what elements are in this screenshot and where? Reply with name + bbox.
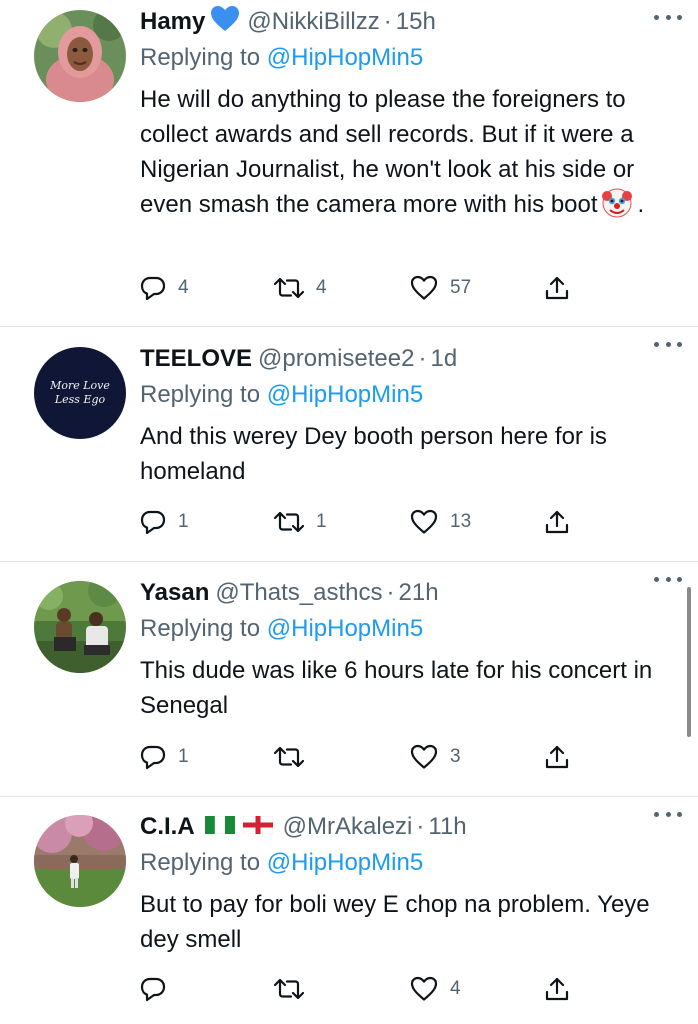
share-icon (544, 976, 570, 1002)
like-count: 57 (450, 277, 472, 298)
tweet-header: C.I.A @MrAkalezi · 11h (140, 809, 678, 845)
share-button[interactable] (544, 969, 570, 1009)
tweet-text-body: He will do anything to please the foreig… (140, 86, 635, 218)
separator: · (416, 813, 425, 840)
mention-link[interactable]: @HipHopMin5 (267, 381, 423, 408)
avatar[interactable] (34, 10, 126, 102)
tweet-text-suffix: . (637, 191, 645, 218)
replying-prefix: Replying to (140, 44, 261, 71)
retweet-icon (274, 276, 304, 300)
reply-button[interactable]: 4 (140, 268, 189, 308)
replies-feed: Hamy @NikkiBillzz · 15h Replying to @Hip… (0, 0, 698, 1024)
like-count: 3 (450, 746, 461, 767)
separator: · (383, 8, 392, 35)
like-count: 4 (450, 978, 461, 999)
handle[interactable]: @NikkiBillzz (247, 8, 379, 36)
tweet-text: This dude was like 6 hours late for his … (140, 657, 653, 719)
timestamp[interactable]: 21h (399, 579, 439, 607)
separator: · (386, 579, 395, 606)
mention-link[interactable]: @HipHopMin5 (267, 44, 423, 71)
tweet-text: He will do anything to please the foreig… (140, 82, 678, 228)
tweet-actions: 4 4 57 (140, 268, 580, 308)
separator: · (418, 345, 427, 372)
retweet-button[interactable]: 1 (274, 502, 327, 542)
retweet-count: 1 (316, 511, 327, 532)
heart-icon (410, 509, 438, 535)
tweet-text: But to pay for boli wey E chop na proble… (140, 891, 650, 953)
reply-count: 4 (178, 277, 189, 298)
retweet-button[interactable] (274, 969, 316, 1009)
avatar[interactable]: More Love Less Ego (34, 347, 126, 439)
clown-emoji-icon (601, 188, 632, 228)
timestamp[interactable]: 15h (396, 8, 436, 36)
tweet-actions: 4 (140, 969, 580, 1009)
share-button[interactable] (544, 502, 570, 542)
tweet-header: Hamy @NikkiBillzz · 15h (140, 4, 678, 40)
tweet-hamy[interactable]: Hamy @NikkiBillzz · 15h Replying to @Hip… (0, 0, 698, 327)
display-name[interactable]: Hamy (140, 8, 205, 36)
like-button[interactable]: 4 (410, 969, 461, 1009)
reply-icon (140, 509, 166, 535)
mention-link[interactable]: @HipHopMin5 (267, 849, 423, 876)
scrollbar[interactable] (687, 587, 691, 737)
tweet-text: And this werey Dey booth person here for… (140, 423, 607, 485)
timestamp[interactable]: 11h (428, 813, 466, 841)
replying-to: Replying to @HipHopMin5 (140, 377, 678, 413)
reply-button[interactable]: 1 (140, 502, 189, 542)
reply-icon (140, 275, 166, 301)
handle[interactable]: @promisetee2 (258, 345, 414, 373)
share-button[interactable] (544, 737, 570, 777)
heart-icon (410, 744, 438, 770)
mention-link[interactable]: @HipHopMin5 (267, 615, 423, 642)
retweet-count: 4 (316, 277, 327, 298)
reply-button[interactable]: 1 (140, 737, 189, 777)
reply-icon (140, 744, 166, 770)
replying-prefix: Replying to (140, 849, 261, 876)
heart-icon (410, 275, 438, 301)
share-icon (544, 509, 570, 535)
reply-icon (140, 976, 166, 1002)
retweet-icon (274, 510, 304, 534)
retweet-icon (274, 745, 304, 769)
reply-button[interactable] (140, 969, 178, 1009)
handle[interactable]: @MrAkalezi (283, 813, 413, 841)
display-name[interactable]: TEELOVE (140, 345, 252, 373)
avatar-text-2: Less Ego (54, 393, 106, 406)
like-button[interactable]: 13 (410, 502, 471, 542)
avatar-text-1: More Love (49, 379, 110, 392)
blue-heart-icon (211, 5, 240, 39)
reply-count: 1 (178, 511, 189, 532)
like-button[interactable]: 3 (410, 737, 461, 777)
heart-icon (410, 976, 438, 1002)
tweet-actions: 1 1 13 (140, 502, 580, 542)
reply-count: 1 (178, 746, 189, 767)
display-name[interactable]: C.I.A (140, 813, 195, 841)
replying-to: Replying to @HipHopMin5 (140, 845, 678, 881)
replying-to: Replying to @HipHopMin5 (140, 611, 678, 647)
tweet-header: TEELOVE @promisetee2 · 1d (140, 341, 678, 377)
avatar[interactable] (34, 815, 126, 907)
replying-prefix: Replying to (140, 615, 261, 642)
handle[interactable]: @Thats_asthcs (215, 579, 382, 607)
avatar[interactable] (34, 581, 126, 673)
display-name[interactable]: Yasan (140, 579, 209, 607)
tweet-teelove[interactable]: More Love Less Ego TEELOVE @promisetee2 … (0, 327, 698, 562)
tweet-actions: 1 3 (140, 737, 580, 777)
retweet-icon (274, 977, 304, 1001)
timestamp[interactable]: 1d (430, 345, 457, 373)
share-icon (544, 275, 570, 301)
tweet-header: Yasan @Thats_asthcs · 21h (140, 575, 678, 611)
retweet-button[interactable]: 4 (274, 268, 327, 308)
share-button[interactable] (544, 268, 570, 308)
replying-prefix: Replying to (140, 381, 261, 408)
share-icon (544, 744, 570, 770)
like-button[interactable]: 57 (410, 268, 471, 308)
replying-to: Replying to @HipHopMin5 (140, 40, 678, 76)
like-count: 13 (450, 511, 472, 532)
nigeria-flag-icon (204, 813, 235, 841)
tweet-yasan[interactable]: Yasan @Thats_asthcs · 21h Replying to @H… (0, 562, 698, 797)
tweet-cia[interactable]: C.I.A @MrAkalezi · 11h Replying to @HipH… (0, 797, 698, 1024)
england-flag-icon (242, 813, 273, 841)
retweet-button[interactable] (274, 737, 316, 777)
